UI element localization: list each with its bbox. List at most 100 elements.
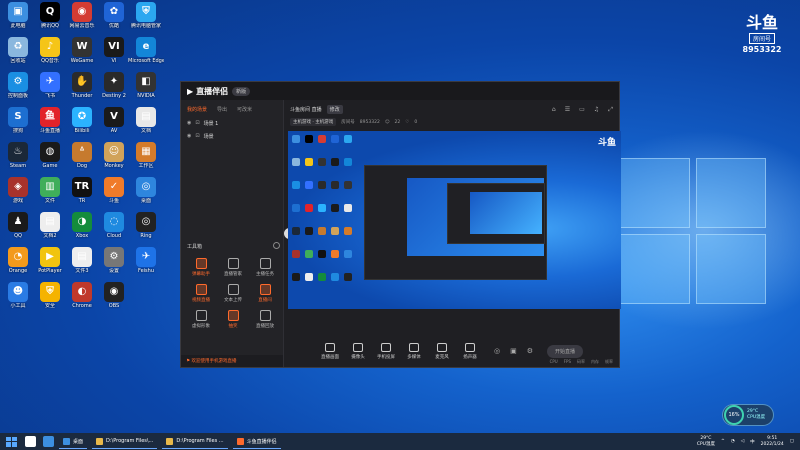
lock-icon[interactable]: ⊡ bbox=[195, 133, 199, 140]
desktop-icon[interactable]: ⚙ 控制面板 bbox=[0, 72, 36, 99]
desktop-icon[interactable]: ◎ 桌面 bbox=[128, 177, 164, 204]
desktop-icon[interactable]: ◐ Chrome bbox=[64, 282, 100, 309]
scene-item[interactable]: ◉ ⊡ 场景 bbox=[181, 130, 283, 143]
tool-item[interactable]: 抽奖 bbox=[217, 310, 249, 329]
desktop-icon[interactable]: ♪ QQ音乐 bbox=[32, 37, 68, 64]
app-titlebar[interactable]: ▶ 直播伴侣 新版 ⚙ ✉ ≡ — ▢ ✕ bbox=[181, 82, 619, 239]
desktop-icon[interactable]: W WeGame bbox=[64, 37, 100, 64]
desktop-icon[interactable]: V AV bbox=[96, 107, 132, 134]
desktop-icon[interactable]: ◔ Orange bbox=[0, 247, 36, 274]
tool-item[interactable]: 直播回放 bbox=[249, 310, 281, 329]
desktop-icon[interactable]: ♨ Steam bbox=[0, 142, 36, 169]
desktop-icon[interactable]: ▤ 文档2 bbox=[32, 212, 68, 239]
network-icon[interactable]: ◔ bbox=[731, 439, 735, 444]
desktop-icon[interactable]: ♟ QQ bbox=[0, 212, 36, 239]
desktop-icon[interactable]: ☻ 小工具 bbox=[0, 282, 36, 309]
desktop-icon[interactable]: ▥ 文件 bbox=[32, 177, 68, 204]
desktop-icon[interactable]: ▤ 文件3 bbox=[64, 247, 100, 274]
preview-desktop-icon bbox=[344, 181, 352, 189]
notification-icon[interactable]: ▢ bbox=[790, 439, 794, 444]
expand-icon[interactable]: ⤢ bbox=[608, 106, 613, 114]
room-category[interactable]: 主机游戏 · 主机游戏 bbox=[290, 118, 337, 126]
desktop-icon[interactable]: ▣ 此电脑 bbox=[0, 2, 36, 29]
desktop-icon[interactable]: ᐞ Dog bbox=[64, 142, 100, 169]
main-panel: 斗鱼房间 直播 修改 ⌂ ☰ ▭ ♫ ⤢ 主机游戏 · 主机游戏 房间号 895… bbox=[284, 100, 621, 367]
desktop-icon[interactable]: ◈ 游戏 bbox=[0, 177, 36, 204]
desktop-icon[interactable]: e Microsoft Edge bbox=[128, 37, 164, 64]
desktop-icon[interactable]: 鱼斗鱼直播 bbox=[32, 107, 68, 134]
volume-icon[interactable]: ◁ bbox=[741, 439, 744, 444]
tool-item[interactable]: 视频直播 bbox=[185, 284, 217, 303]
scene-item[interactable]: ◉ ⊡ 场景 1 bbox=[181, 117, 283, 130]
chevron-up-icon[interactable]: ^ bbox=[721, 439, 725, 444]
desktop-icon[interactable]: Q 腾讯QQ bbox=[32, 2, 68, 29]
camera-icon[interactable]: ▣ bbox=[510, 347, 517, 355]
streaming-app-window[interactable]: ▶ 直播伴侣 新版 ⚙ ✉ ≡ — ▢ ✕ 我的场景 导出 可改米 ◉ bbox=[180, 81, 621, 368]
desktop-icon[interactable]: ▶ PotPlayer bbox=[32, 247, 68, 274]
desktop-icon[interactable]: TR TR bbox=[64, 177, 100, 204]
desktop-icon[interactable]: ✓ 斗鱼 bbox=[96, 177, 132, 204]
tool-item[interactable]: 虚拟形象 bbox=[185, 310, 217, 329]
left-footer-notice[interactable]: ⚑ 欢迎使用手机游戏直播 bbox=[181, 355, 283, 367]
desktop-icon-label: VI bbox=[111, 58, 117, 64]
desktop-icon[interactable]: ☺ Monkey bbox=[96, 142, 132, 169]
record-icon[interactable]: ◎ bbox=[494, 347, 500, 355]
preview-desktop-icon bbox=[305, 158, 313, 166]
desktop-icon[interactable]: ⚙ 设置 bbox=[96, 247, 132, 274]
desktop-icon[interactable]: ⛨ 腾讯电脑管家 bbox=[128, 2, 164, 29]
tool-item[interactable]: 弹幕助手 bbox=[185, 258, 217, 277]
desktop-icon[interactable]: ◉ 网易云音乐 bbox=[64, 2, 100, 29]
performance-widget[interactable]: 16% 29°C CPU温度 bbox=[722, 404, 774, 426]
desktop-icon[interactable]: ◧ NVIDIA bbox=[128, 72, 164, 99]
app-icon: V bbox=[104, 107, 124, 127]
chat-icon[interactable]: ☰ bbox=[565, 106, 570, 114]
taskbar-item[interactable]: 桌面 bbox=[59, 434, 88, 449]
desktop-icon[interactable]: ◉ OBS bbox=[96, 282, 132, 309]
tab-my-scenes[interactable]: 我的场景 bbox=[187, 106, 207, 113]
tab-other[interactable]: 可改米 bbox=[237, 106, 252, 113]
desktop-icon[interactable]: ⛨ 安全 bbox=[32, 282, 68, 309]
desktop-icon[interactable]: ▤ 文档 bbox=[128, 107, 164, 134]
tab-export[interactable]: 导出 bbox=[217, 106, 227, 113]
desktop-icon[interactable]: ◑ Xbox bbox=[64, 212, 100, 239]
weather-widget[interactable]: 29°C CPU温度 bbox=[697, 436, 715, 448]
edit-room-button[interactable]: 修改 bbox=[326, 105, 343, 114]
desktop-icon[interactable]: S 搜狗 bbox=[0, 107, 36, 134]
settings-gear-icon[interactable]: ⚙ bbox=[527, 347, 533, 355]
desktop-icon[interactable]: ◌ Cloud bbox=[96, 212, 132, 239]
preview-desktop-icon bbox=[344, 135, 352, 143]
tool-item[interactable]: 直播间 bbox=[249, 284, 281, 303]
lock-icon[interactable]: ⊡ bbox=[195, 120, 199, 127]
start-button[interactable] bbox=[4, 435, 18, 449]
desktop-icon[interactable]: ▦ 工作区 bbox=[128, 142, 164, 169]
eye-icon[interactable]: ◉ bbox=[187, 120, 191, 127]
desktop-icon[interactable]: ✈ 飞书 bbox=[32, 72, 68, 99]
desktop-icon[interactable]: ◍ Game bbox=[32, 142, 68, 169]
desktop-icon[interactable]: ♻ 回收站 bbox=[0, 37, 36, 64]
desktop-icon[interactable]: ✋ Thunder bbox=[64, 72, 100, 99]
stream-preview[interactable]: 斗鱼 bbox=[288, 131, 621, 309]
desktop-icon[interactable]: ✿ 优酷 bbox=[96, 2, 132, 29]
ime-icon[interactable]: 中 bbox=[750, 439, 755, 445]
desktop-icon[interactable]: ✪ Bilibili bbox=[64, 107, 100, 134]
screen-icon[interactable]: ▭ bbox=[579, 106, 585, 114]
toolbox-more-icon[interactable] bbox=[273, 242, 280, 249]
taskbar-item[interactable]: D:\Program Files ... bbox=[162, 434, 228, 449]
bell-icon[interactable]: ♫ bbox=[594, 106, 599, 114]
desktop-icon[interactable]: ✦ Destiny 2 bbox=[96, 72, 132, 99]
scene-tabs: 我的场景 导出 可改米 bbox=[181, 100, 283, 117]
tool-item[interactable]: 文本上传 bbox=[217, 284, 249, 303]
desktop-icon[interactable]: ✈ Feishu bbox=[128, 247, 164, 274]
tool-item[interactable]: 直播管家 bbox=[217, 258, 249, 277]
gift-icon[interactable]: ⌂ bbox=[552, 106, 556, 114]
task-view-icon[interactable] bbox=[43, 436, 54, 447]
desktop-icon[interactable]: VI VI bbox=[96, 37, 132, 64]
taskbar-item[interactable]: D:\Program Files\... bbox=[92, 434, 158, 449]
clock[interactable]: 9:51 2022/1/24 bbox=[761, 436, 784, 448]
version-badge[interactable]: 新版 bbox=[232, 86, 251, 96]
search-icon[interactable] bbox=[25, 436, 36, 447]
desktop-icon[interactable]: ◎ Ring bbox=[128, 212, 164, 239]
taskbar-item[interactable]: 斗鱼直播伴侣 bbox=[232, 434, 281, 449]
eye-icon[interactable]: ◉ bbox=[187, 133, 191, 140]
tool-item[interactable]: 主播任务 bbox=[249, 258, 281, 277]
